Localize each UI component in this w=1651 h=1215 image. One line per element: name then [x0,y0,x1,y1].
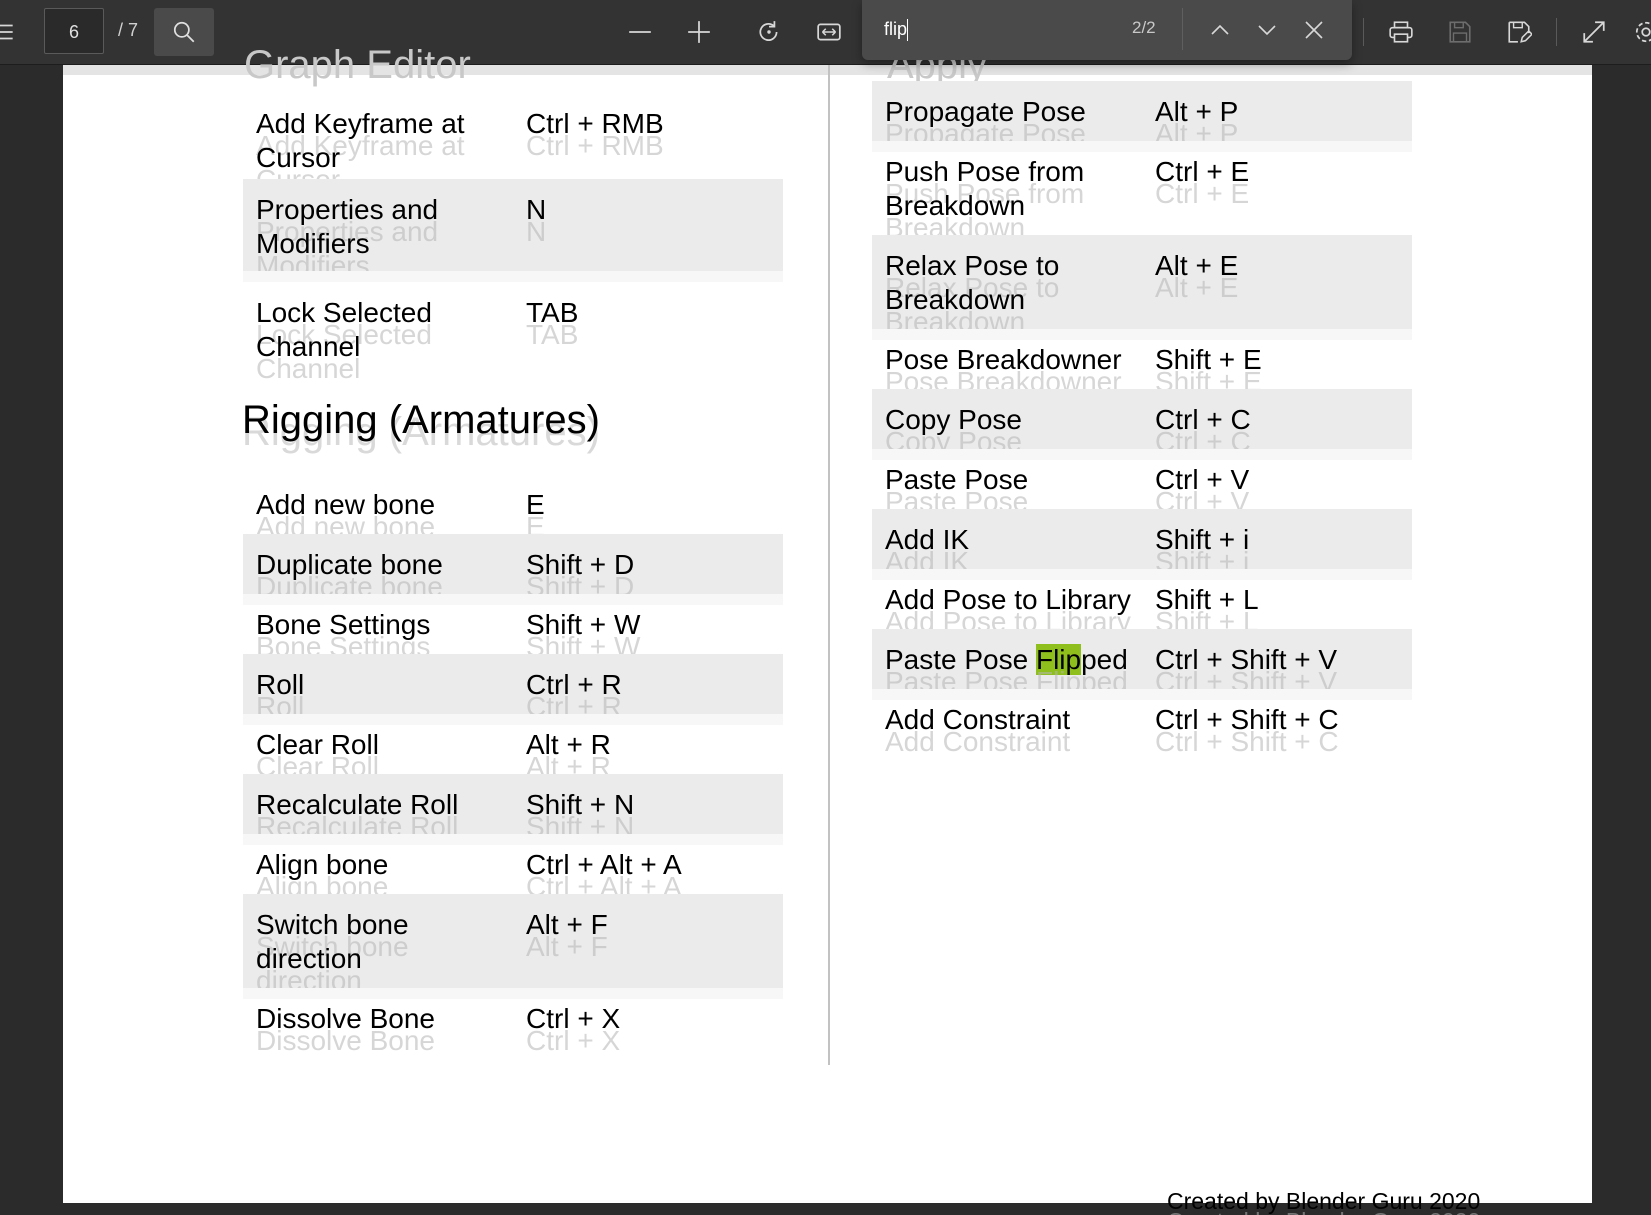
shortcut-keys: Alt + F [526,909,608,940]
table-row: Clear Roll Alt + R [243,714,783,774]
shortcut-keys: Shift + D [526,549,635,580]
settings-icon[interactable] [1628,12,1651,52]
fullscreen-icon[interactable] [1576,12,1612,52]
zoom-out-icon[interactable] [622,12,658,52]
page-number-input[interactable]: 6 [44,8,104,54]
table-row: Duplicate bone Shift + D [243,534,783,605]
shortcut-action: Clear Roll [256,729,379,760]
table-row: Add Constraint Ctrl + Shift + C [872,689,1412,749]
table-row: Pose Breakdowner Shift + E [872,329,1412,389]
section-heading-graph-editor: Graph Editor [244,43,471,87]
next-match-icon[interactable] [1249,12,1285,48]
shortcut-action: Propagate Pose [885,96,1086,127]
shortcut-keys: E [526,489,545,520]
toolbar-divider [1556,18,1557,46]
text-caret [907,19,909,42]
shortcut-action: Dissolve Bone [256,1003,435,1034]
shortcut-keys: Ctrl + Alt + A [526,849,682,880]
shortcut-action: Paste Pose [885,464,1029,495]
shortcut-action: Add Pose to Library [885,584,1131,615]
table-row: Push Pose from Breakdown Ctrl + E [872,141,1412,235]
shortcut-keys: Ctrl + Shift + C [1155,704,1339,735]
table-row: Roll Ctrl + R [243,654,783,725]
column-divider [828,65,830,1065]
shortcut-action: Add new bone [256,489,436,520]
table-row: Properties and Modifiers N [243,179,783,282]
shortcut-keys: N [526,194,547,225]
rigging-table: Add new bone E Duplicate bone Shift + D … [243,474,783,1048]
shortcut-keys: Shift + i [1155,524,1250,555]
print-icon[interactable] [1383,12,1419,52]
table-row: Align bone Ctrl + Alt + A [243,834,783,894]
zoom-in-icon[interactable] [681,12,717,52]
shortcut-keys: Ctrl + C [1155,404,1251,435]
table-row: Propagate Pose Alt + P [872,81,1412,152]
fit-width-icon[interactable] [811,12,847,52]
shortcut-keys: TAB [526,297,579,328]
shortcut-keys: Ctrl + V [1155,464,1250,495]
table-row: Add Pose to Library Shift + L [872,569,1412,629]
find-result-count: 2/2 [1132,18,1156,37]
table-row: Dissolve Bone Ctrl + X [243,988,783,1048]
pose-table: Propagate Pose Alt + P Push Pose from Br… [872,81,1412,749]
close-icon[interactable] [1296,12,1332,48]
shortcut-keys: Ctrl + E [1155,156,1250,187]
table-row: Lock Selected Channel TAB [243,282,783,378]
find-bar: flip 2/2 [862,0,1352,60]
graph-editor-table: Add Keyframe at Cursor Ctrl + RMB Proper… [243,93,783,378]
shortcut-action: Switch bone direction [256,909,409,974]
shortcut-keys: Shift + N [526,789,635,820]
section-heading-rigging: Rigging (Armatures) [242,398,600,442]
shortcut-action: Pose Breakdowner [885,344,1122,375]
save-icon [1442,12,1478,52]
shortcut-action: Roll [256,669,305,700]
hamburger-icon[interactable] [0,12,22,52]
table-row: Relax Pose to Breakdown Alt + E [872,235,1412,340]
search-match-highlight: Flip [1035,644,1082,675]
shortcut-action: Push Pose from Breakdown [885,156,1085,221]
pdf-page: Graph Editor Apply Add Keyframe at Curso… [63,43,1592,1214]
shortcut-keys: Ctrl + RMB [526,108,664,139]
shortcut-keys: Shift + W [526,609,641,640]
shortcut-action: Bone Settings [256,609,431,640]
table-row: Bone Settings Shift + W [243,594,783,654]
table-row: Paste Pose Ctrl + V [872,449,1412,509]
page-total-label: / 7 [118,20,139,40]
shortcut-keys: Ctrl + X [526,1003,621,1034]
shortcut-action: Relax Pose to Breakdown [885,250,1060,315]
find-divider [1182,8,1183,50]
shortcut-action: Copy Pose [885,404,1022,435]
shortcut-keys: Shift + L [1155,584,1259,615]
shortcut-action: Paste Pose Flipped [885,644,1128,675]
shortcut-action: Recalculate Roll [256,789,459,820]
table-row: Add new bone E [243,474,783,534]
table-row: Add Keyframe at Cursor Ctrl + RMB [243,93,783,179]
shortcut-keys: Alt + E [1155,250,1239,281]
previous-match-icon[interactable] [1202,12,1238,48]
shortcut-action: Duplicate bone [256,549,443,580]
toolbar-divider [1363,18,1364,46]
shortcut-action: Add Keyframe at Cursor [256,108,465,173]
page-footer: Created by Blender Guru 2020 [1167,1188,1481,1214]
find-query: flip [884,19,908,39]
shortcut-action: Add Constraint [885,704,1071,735]
shortcut-action: Align bone [256,849,389,880]
shortcut-action: Properties and Modifiers [256,194,439,259]
shortcut-keys: Ctrl + R [526,669,622,700]
shortcut-keys: Ctrl + Shift + V [1155,644,1338,675]
table-row: Paste Pose Flipped Ctrl + Shift + V [872,629,1412,700]
shortcut-action: Lock Selected Channel [256,297,432,362]
shortcut-keys: Shift + E [1155,344,1262,375]
table-row: Add IK Shift + i [872,509,1412,580]
shortcut-action: Add IK [885,524,970,555]
table-row: Recalculate Roll Shift + N [243,774,783,845]
search-icon[interactable] [154,8,214,56]
shortcut-keys: Alt + P [1155,96,1239,127]
table-row: Copy Pose Ctrl + C [872,389,1412,460]
find-input[interactable]: flip [884,16,1104,42]
shortcut-keys: Alt + R [526,729,611,760]
table-row: Switch bone direction Alt + F [243,894,783,999]
save-as-icon[interactable] [1501,12,1537,52]
rotate-icon[interactable] [751,12,787,52]
